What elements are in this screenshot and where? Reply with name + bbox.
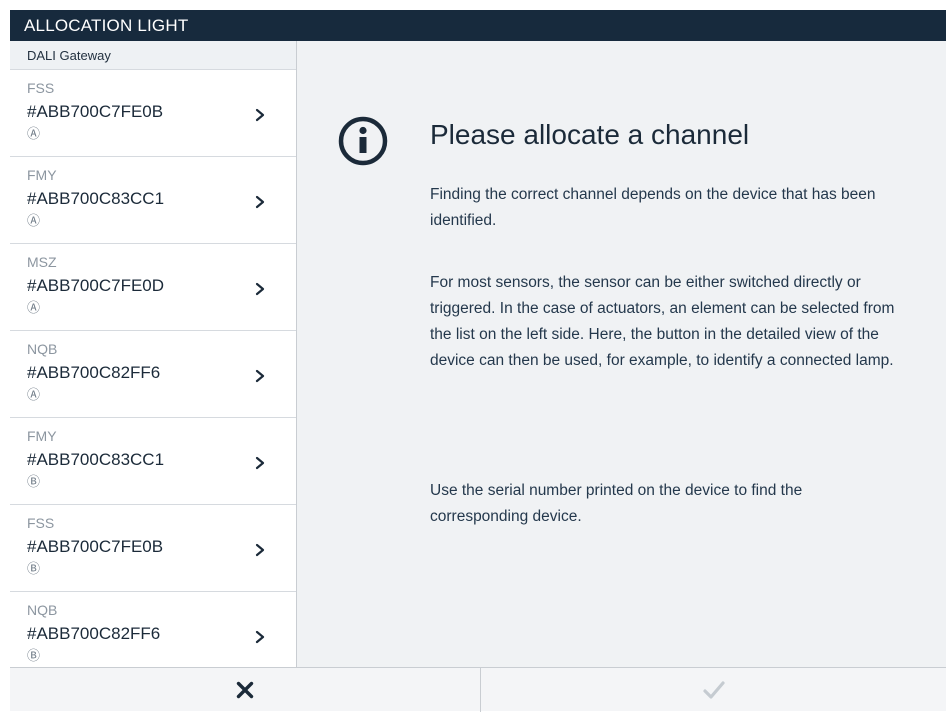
channel-indicator: Ⓐ	[27, 300, 41, 315]
info-paragraph: Use the serial number printed on the dev…	[430, 482, 803, 525]
list-item[interactable]: NQB #ABB700C82FF6 Ⓐ	[10, 331, 296, 418]
device-type: MSZ	[27, 254, 57, 270]
info-paragraph: Finding the correct channel depends on t…	[430, 186, 876, 229]
page-title: Please allocate a channel	[430, 119, 750, 150]
list-item[interactable]: FSS #ABB700C7FE0B Ⓐ	[10, 70, 296, 157]
list-item[interactable]: FMY #ABB700C83CC1 Ⓑ	[10, 418, 296, 505]
cancel-button[interactable]	[10, 668, 481, 712]
list-item[interactable]: MSZ #ABB700C7FE0D Ⓐ	[10, 244, 296, 331]
channel-indicator: Ⓐ	[27, 213, 41, 228]
info-paragraph: For most sensors, the sensor can be eith…	[430, 274, 895, 369]
list-header: DALI Gateway	[10, 41, 296, 70]
device-type: FMY	[27, 167, 57, 183]
close-icon	[236, 681, 254, 699]
check-icon	[702, 681, 725, 699]
channel-indicator: Ⓑ	[27, 474, 41, 489]
channel-indicator: Ⓑ	[27, 561, 41, 576]
device-type: NQB	[27, 602, 58, 618]
chevron-right-icon	[255, 369, 265, 383]
channel-indicator: Ⓐ	[27, 126, 41, 141]
device-type: FSS	[27, 515, 55, 531]
channel-indicator: Ⓐ	[27, 387, 41, 402]
info-panel: Please allocate a channel Finding the co…	[297, 41, 946, 667]
channel-indicator: Ⓑ	[27, 648, 41, 663]
window-title: ALLOCATION LIGHT	[10, 10, 946, 41]
list-item[interactable]: FMY #ABB700C83CC1 Ⓐ	[10, 157, 296, 244]
chevron-right-icon	[255, 543, 265, 557]
info-icon	[338, 116, 388, 166]
chevron-right-icon	[255, 108, 265, 122]
device-list: DALI Gateway FSS #ABB700C7FE0B Ⓐ FMY #ABB700…	[10, 41, 297, 667]
action-bar	[10, 667, 946, 712]
device-type: FSS	[27, 80, 55, 96]
device-type: NQB	[27, 341, 58, 357]
device-type: FMY	[27, 428, 57, 444]
chevron-right-icon	[255, 456, 265, 470]
chevron-right-icon	[255, 282, 265, 296]
confirm-button[interactable]	[481, 668, 946, 712]
list-item[interactable]: NQB #ABB700C82FF6 Ⓑ	[10, 592, 296, 667]
list-item[interactable]: FSS #ABB700C7FE0B Ⓑ	[10, 505, 296, 592]
chevron-right-icon	[255, 195, 265, 209]
chevron-right-icon	[255, 630, 265, 644]
